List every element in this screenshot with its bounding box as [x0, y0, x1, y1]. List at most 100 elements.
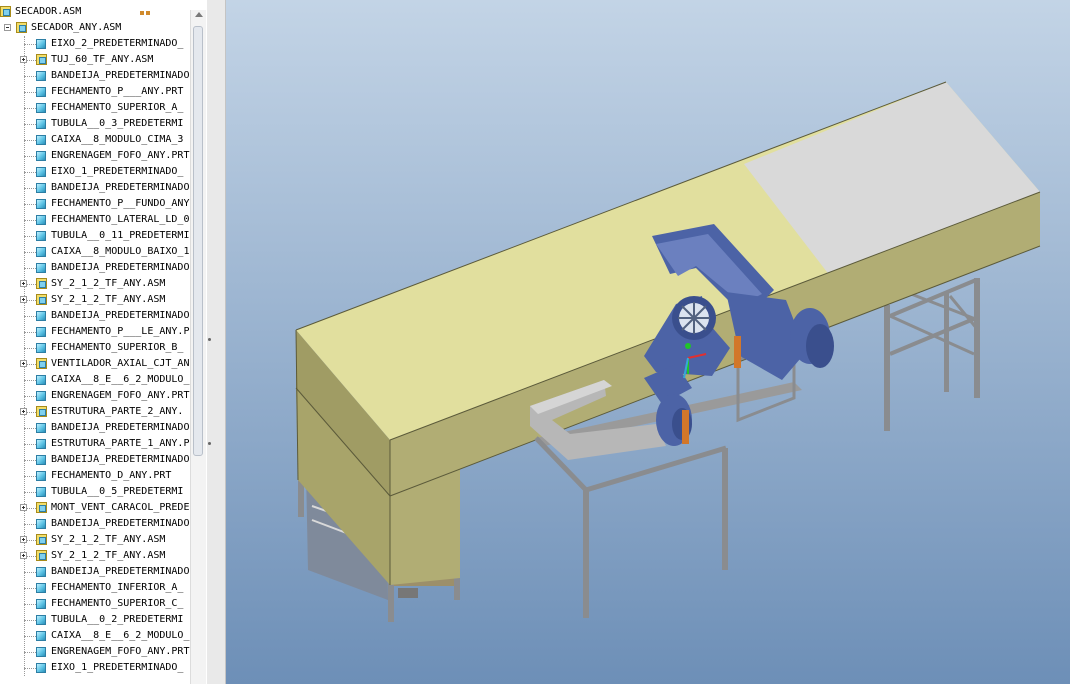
tree-item-label: MONT_VENT_CARACOL_PREDE [51, 502, 190, 513]
tree-item[interactable]: SY_2_1_2_TF_ANY.ASM [0, 532, 190, 548]
tree-item-label: CAIXA__8_MODULO_CIMA_3 [51, 134, 184, 145]
model-tree-panel: SECADOR.ASM SECADOR_ANY.ASM EIXO_2_PREDETE… [0, 0, 208, 684]
tree-item-label: BANDEIJA_PREDETERMINADO [51, 70, 190, 81]
tree-item[interactable]: FECHAMENTO_SUPERIOR_C_ [0, 596, 190, 612]
tree-item[interactable]: FECHAMENTO_D_ANY.PRT [0, 468, 190, 484]
part-icon [36, 487, 46, 497]
part-icon [36, 103, 46, 113]
tree-item[interactable]: CAIXA__8_E__6_2_MODULO_ [0, 372, 190, 388]
tree-item[interactable]: FECHAMENTO_INFERIOR_A_ [0, 580, 190, 596]
part-icon [36, 311, 46, 321]
tree-item-label: EIXO_1_PREDETERMINADO_ [51, 166, 184, 177]
tree-item[interactable]: SECADOR_ANY.ASM [0, 20, 190, 36]
tree-item[interactable]: BANDEIJA_PREDETERMINADO [0, 260, 190, 276]
tree-item-label: TUBULA__0_5_PREDETERMI [51, 486, 184, 497]
tree-item-label: BANDEIJA_PREDETERMINADO [51, 262, 190, 273]
tree-vertical-scrollbar[interactable] [190, 10, 206, 684]
part-icon [36, 375, 46, 385]
tree-item[interactable]: ESTRUTURA_PARTE_1_ANY.P [0, 436, 190, 452]
part-icon [36, 391, 46, 401]
part-icon [36, 455, 46, 465]
tree-item[interactable]: VENTILADOR_AXIAL_CJT_AN [0, 356, 190, 372]
tree-item[interactable]: BANDEIJA_PREDETERMINADO [0, 420, 190, 436]
tree-item[interactable]: ENGRENAGEM_FOFO_ANY.PRT [0, 388, 190, 404]
tree-item-label: TUBULA__0_3_PREDETERMI [51, 118, 184, 129]
part-icon [36, 215, 46, 225]
part-icon [36, 231, 46, 241]
tree-item-label: SECADOR.ASM [15, 6, 82, 17]
tree-item-label: CAIXA__8_MODULO_BAIXO_1 [51, 246, 190, 257]
assembly-icon [36, 278, 47, 289]
assembly-icon [36, 502, 47, 513]
collapse-minus-icon[interactable] [4, 24, 11, 31]
expand-plus-icon[interactable] [20, 536, 27, 543]
tree-item-label: BANDEIJA_PREDETERMINADO [51, 566, 190, 577]
tree-item[interactable]: SY_2_1_2_TF_ANY.ASM [0, 292, 190, 308]
tree-item[interactable]: MONT_VENT_CARACOL_PREDE [0, 500, 190, 516]
tree-item[interactable]: FECHAMENTO_P___ANY.PRT [0, 84, 190, 100]
splitter-grip-icon [208, 442, 211, 445]
tree-item[interactable]: BANDEIJA_PREDETERMINADO [0, 452, 190, 468]
part-icon [36, 119, 46, 129]
expand-plus-icon[interactable] [20, 552, 27, 559]
tree-item[interactable]: ENGRENAGEM_FOFO_ANY.PRT [0, 644, 190, 660]
assembly-3d-scene[interactable] [226, 0, 1070, 684]
tree-item[interactable]: SY_2_1_2_TF_ANY.ASM [0, 276, 190, 292]
tree-item-label: BANDEIJA_PREDETERMINADO [51, 182, 190, 193]
part-icon [36, 647, 46, 657]
tree-item[interactable]: FECHAMENTO_SUPERIOR_B_ [0, 340, 190, 356]
part-icon [36, 631, 46, 641]
assembly-icon [0, 6, 11, 17]
tree-item[interactable]: BANDEIJA_PREDETERMINADO [0, 180, 190, 196]
tree-item-label: TUBULA__0_11_PREDETERMI [51, 230, 190, 241]
assembly-icon [16, 22, 27, 33]
tree-item-label: EIXO_2_PREDETERMINADO_ [51, 38, 184, 49]
scrollbar-thumb[interactable] [193, 26, 203, 456]
tree-item[interactable]: FECHAMENTO_P___LE_ANY.P [0, 324, 190, 340]
tree-item-label: ENGRENAGEM_FOFO_ANY.PRT [51, 150, 190, 161]
part-icon [36, 439, 46, 449]
tree-item[interactable]: CAIXA__8_MODULO_BAIXO_1 [0, 244, 190, 260]
tree-item[interactable]: BANDEIJA_PREDETERMINADO [0, 308, 190, 324]
3d-viewport[interactable] [226, 0, 1070, 684]
scroll-up-arrow-icon[interactable] [195, 12, 203, 17]
tree-item[interactable]: TUBULA__0_11_PREDETERMI [0, 228, 190, 244]
tree-item[interactable]: ENGRENAGEM_FOFO_ANY.PRT [0, 148, 190, 164]
part-icon [36, 151, 46, 161]
expand-plus-icon[interactable] [20, 296, 27, 303]
tree-item[interactable]: TUBULA__0_3_PREDETERMI [0, 116, 190, 132]
tree-item[interactable]: BANDEIJA_PREDETERMINADO [0, 564, 190, 580]
expand-plus-icon[interactable] [20, 504, 27, 511]
tree-item-label: TUBULA__0_2_PREDETERMI [51, 614, 184, 625]
tree-item[interactable]: SY_2_1_2_TF_ANY.ASM [0, 548, 190, 564]
tree-item[interactable]: EIXO_2_PREDETERMINADO_ [0, 36, 190, 52]
tree-item-label: FECHAMENTO_LATERAL_LD_0 [51, 214, 190, 225]
tree-item-label: BANDEIJA_PREDETERMINADO [51, 454, 190, 465]
tree-item[interactable]: EIXO_1_PREDETERMINADO_ [0, 164, 190, 180]
expand-plus-icon[interactable] [20, 360, 27, 367]
tree-item[interactable]: FECHAMENTO_LATERAL_LD_0 [0, 212, 190, 228]
expand-plus-icon[interactable] [20, 408, 27, 415]
expand-plus-icon[interactable] [20, 280, 27, 287]
part-icon [36, 615, 46, 625]
tree-item[interactable]: CAIXA__8_E__6_2_MODULO_ [0, 628, 190, 644]
panel-splitter[interactable] [207, 0, 226, 684]
tree-item[interactable]: FECHAMENTO_P__FUNDO_ANY [0, 196, 190, 212]
part-icon [36, 135, 46, 145]
part-icon [36, 471, 46, 481]
tree-item[interactable]: TUBULA__0_5_PREDETERMI [0, 484, 190, 500]
part-icon [36, 567, 46, 577]
tree-item[interactable]: SECADOR.ASM [0, 4, 190, 20]
tree-item[interactable]: CAIXA__8_MODULO_CIMA_3 [0, 132, 190, 148]
tree-item-label: ESTRUTURA_PARTE_1_ANY.P [51, 438, 190, 449]
expand-plus-icon[interactable] [20, 56, 27, 63]
part-icon [36, 167, 46, 177]
tree-item[interactable]: TUBULA__0_2_PREDETERMI [0, 612, 190, 628]
tree-item-label: FECHAMENTO_D_ANY.PRT [51, 470, 172, 481]
tree-item[interactable]: BANDEIJA_PREDETERMINADO [0, 68, 190, 84]
tree-item[interactable]: FECHAMENTO_SUPERIOR_A_ [0, 100, 190, 116]
tree-item[interactable]: ESTRUTURA_PARTE_2_ANY. [0, 404, 190, 420]
tree-item[interactable]: TUJ_60_TF_ANY.ASM [0, 52, 190, 68]
tree-item[interactable]: EIXO_1_PREDETERMINADO_ [0, 660, 190, 676]
tree-item[interactable]: BANDEIJA_PREDETERMINADO [0, 516, 190, 532]
